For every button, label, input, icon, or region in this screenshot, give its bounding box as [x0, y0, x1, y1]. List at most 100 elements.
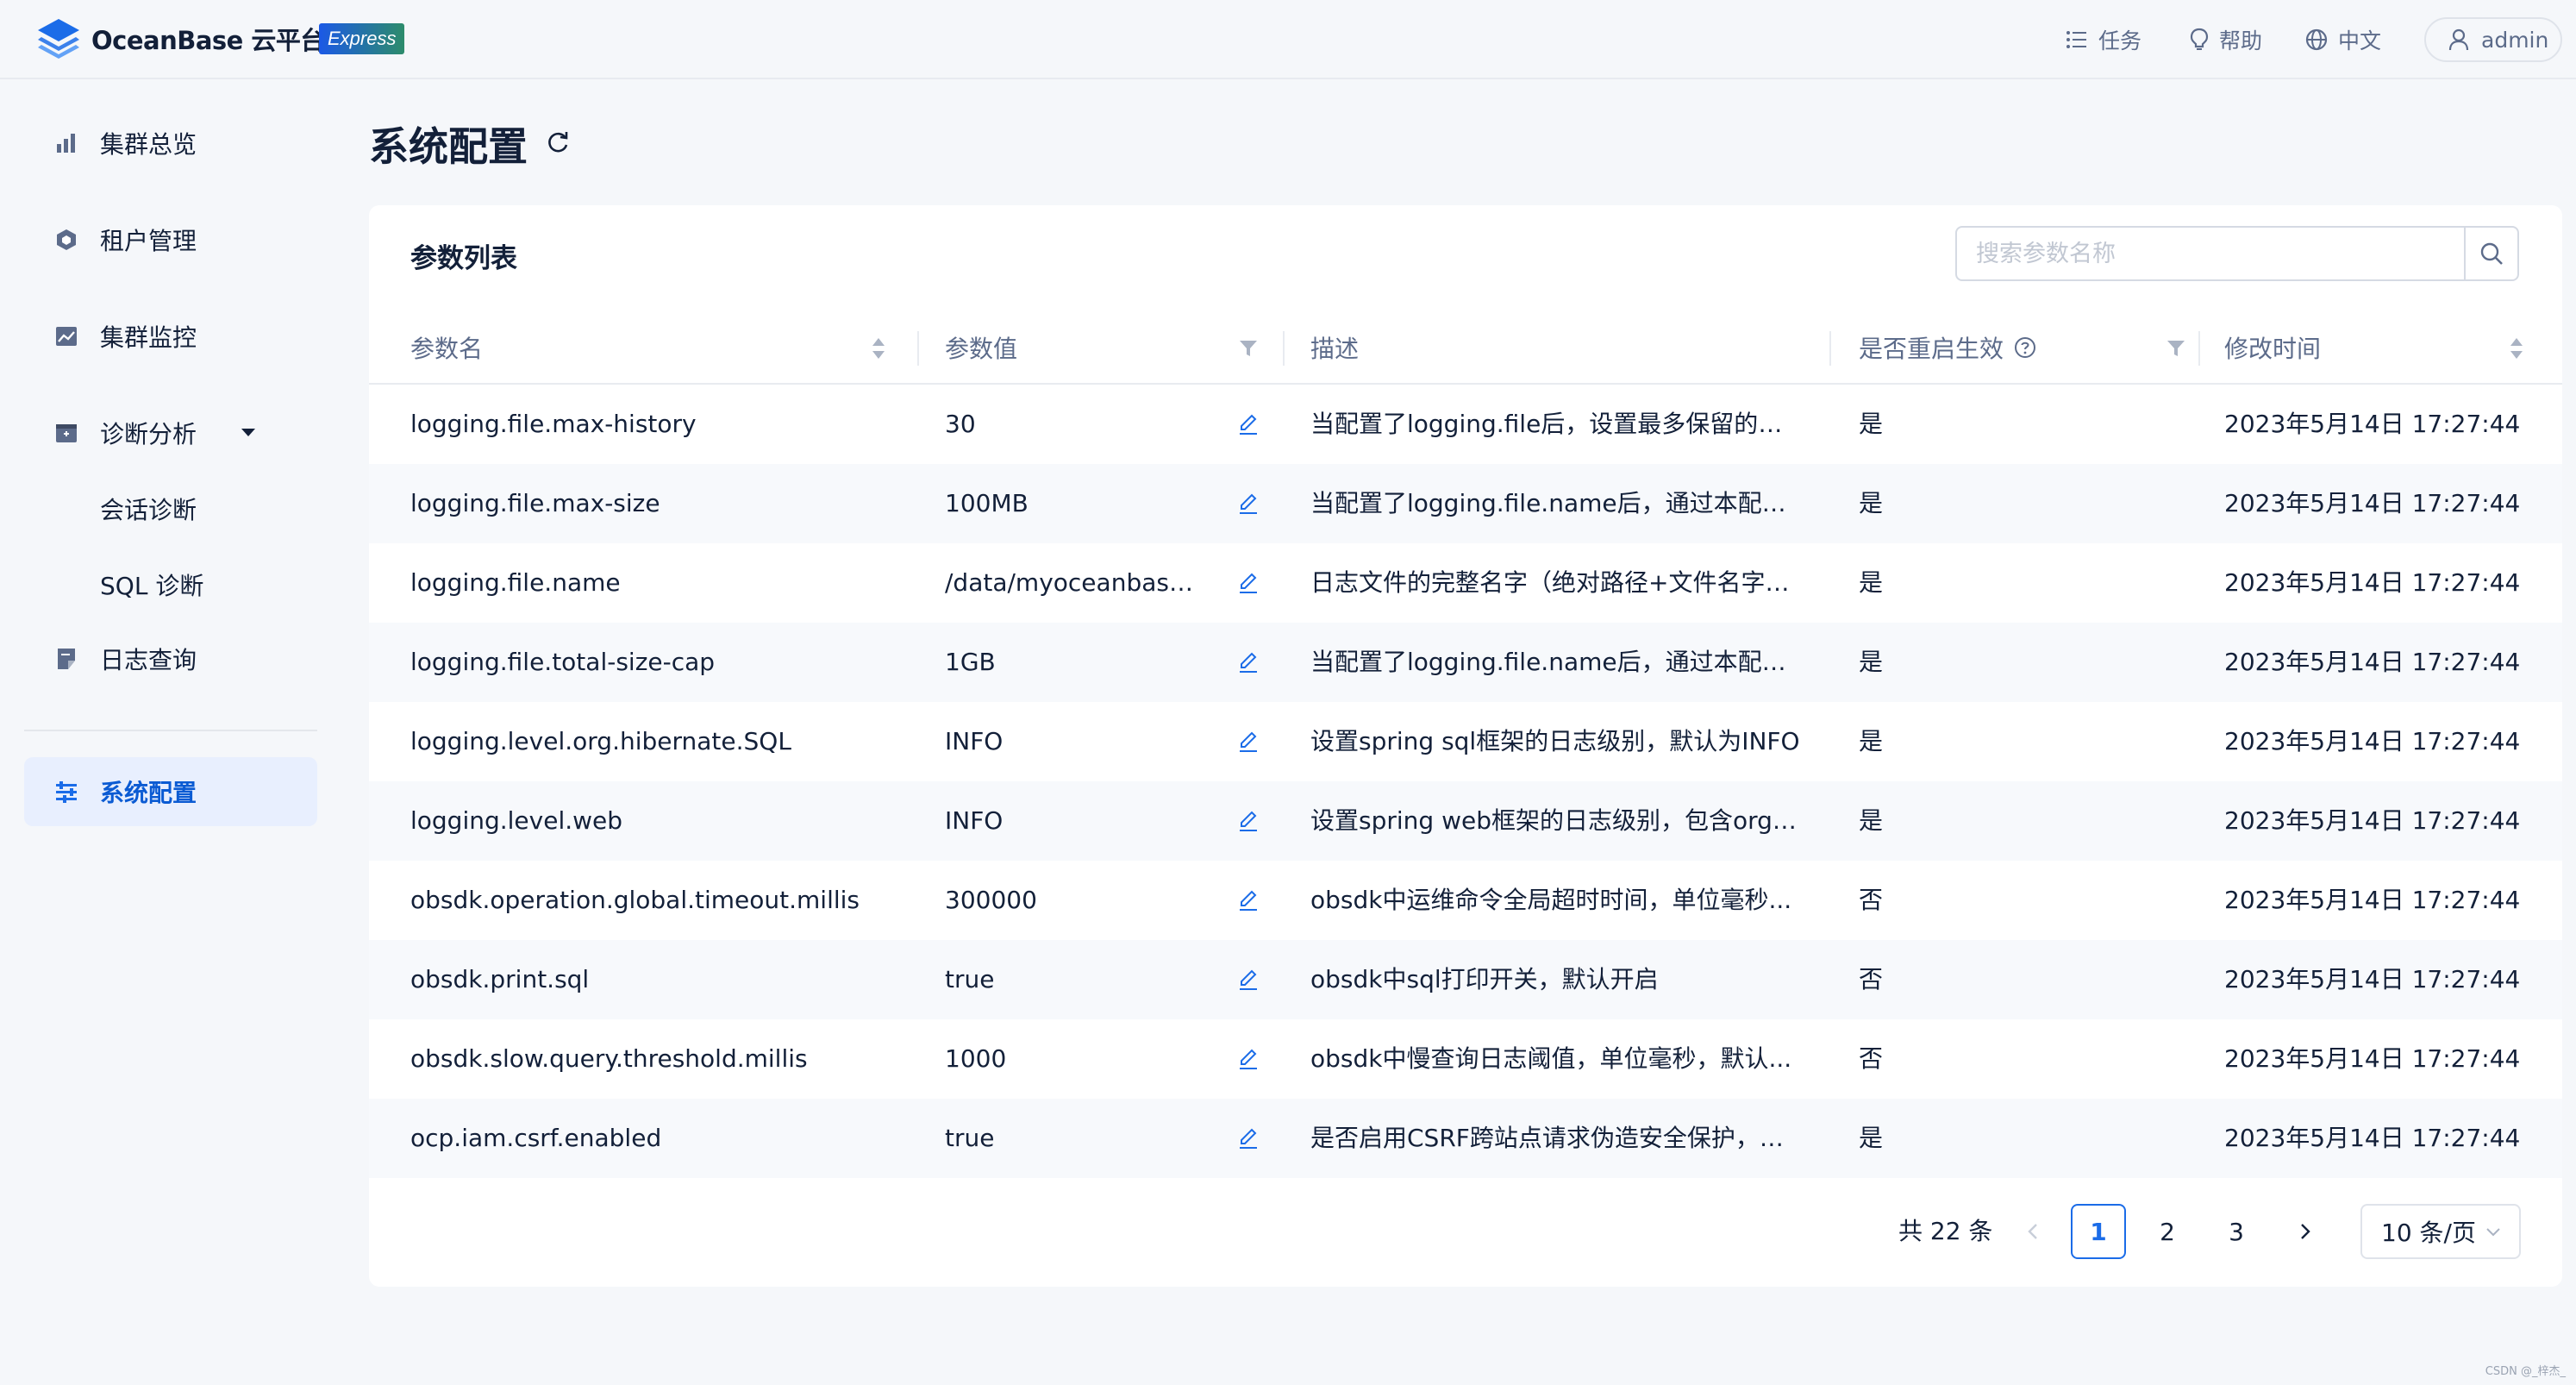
brand-name[interactable]: OceanBase 云平台	[91, 21, 325, 57]
sidebar-item-tenant-management[interactable]: 租户管理	[24, 205, 317, 274]
search-button[interactable]	[2464, 228, 2517, 279]
nav-help[interactable]: 帮助	[2190, 22, 2262, 57]
caret-down-icon[interactable]	[240, 426, 257, 438]
param-name-cell: obsdk.slow.query.threshold.millis	[410, 1044, 808, 1073]
nav-tasks[interactable]: 任务	[2066, 22, 2141, 57]
modified-time-cell: 2023年5月14日 17:27:44	[2224, 727, 2521, 755]
param-value-cell: 300000	[945, 886, 1037, 914]
param-name-cell: logging.file.max-history	[410, 410, 697, 438]
nav-help-label: 帮助	[2219, 28, 2263, 53]
chevron-down-icon	[2486, 1228, 2500, 1237]
modified-time-cell: 2023年5月14日 17:27:44	[2224, 410, 2521, 438]
table-row: logging.file.name /data/myoceanbase/oc..…	[369, 543, 2562, 623]
edit-icon[interactable]	[1231, 702, 1266, 781]
column-divider	[1829, 331, 1831, 366]
modified-time-cell: 2023年5月14日 17:27:44	[2224, 568, 2521, 597]
param-value-cell: INFO	[945, 727, 1004, 755]
table-row: logging.file.max-history 30 当配置了logging.…	[369, 385, 2562, 464]
edit-icon[interactable]	[1231, 940, 1266, 1019]
log-file-icon	[53, 646, 79, 672]
column-header-modified-time: 修改时间	[2224, 335, 2322, 363]
table-body: logging.file.max-history 30 当配置了logging.…	[369, 385, 2562, 1178]
sidebar-item-cluster-monitoring[interactable]: 集群监控	[24, 302, 317, 371]
edit-icon[interactable]	[1231, 781, 1266, 861]
user-name: admin	[2481, 27, 2549, 53]
card-title: 参数列表	[410, 243, 517, 274]
pagination-page-2[interactable]: 2	[2140, 1204, 2195, 1259]
description-cell: 当配置了logging.file.name后，通过本配置...	[1310, 648, 1802, 676]
table-row: obsdk.slow.query.threshold.millis 1000 o…	[369, 1019, 2562, 1099]
restart-cell: 是	[1859, 489, 1884, 517]
sidebar-subitem-sql-diagnosis[interactable]: SQL 诊断	[100, 567, 203, 602]
help-circle-icon[interactable]	[2014, 336, 2036, 359]
edit-icon[interactable]	[1231, 385, 1266, 464]
sidebar-subitem-session-diagnosis[interactable]: 会话诊断	[100, 492, 197, 526]
table-row: logging.level.org.hibernate.SQL INFO 设置s…	[369, 702, 2562, 781]
pagination-total: 共 22 条	[1898, 1217, 1993, 1245]
page-size-label: 10 条/页	[2381, 1219, 2476, 1247]
sort-icon[interactable]	[871, 336, 886, 360]
column-header-name: 参数名	[410, 335, 484, 363]
edit-icon[interactable]	[1231, 543, 1266, 623]
pagination-page-1[interactable]: 1	[2071, 1204, 2126, 1259]
search-icon	[2480, 242, 2503, 265]
lightbulb-icon	[2190, 28, 2209, 50]
description-cell: 设置spring web框架的日志级别，包含org.s...	[1310, 806, 1802, 835]
edit-icon[interactable]	[1231, 623, 1266, 702]
column-divider	[917, 331, 919, 366]
pagination-page-3[interactable]: 3	[2209, 1204, 2264, 1259]
monitor-chart-icon	[53, 323, 79, 349]
param-value-cell: true	[945, 1124, 995, 1152]
column-header-value: 参数值	[945, 335, 1018, 363]
globe-icon	[2305, 28, 2328, 51]
filter-icon[interactable]	[1238, 338, 1259, 359]
param-name-cell: obsdk.print.sql	[410, 965, 590, 993]
column-divider	[2198, 331, 2200, 366]
modified-time-cell: 2023年5月14日 17:27:44	[2224, 1124, 2521, 1152]
modified-time-cell: 2023年5月14日 17:27:44	[2224, 489, 2521, 517]
pagination-next-button[interactable]	[2278, 1204, 2333, 1259]
sidebar-item-system-config[interactable]: 系统配置	[24, 757, 317, 826]
param-value-cell: 1GB	[945, 648, 996, 676]
filter-icon[interactable]	[2166, 338, 2186, 359]
description-cell: obsdk中慢查询日志阈值，单位毫秒，默认...	[1310, 1044, 1792, 1073]
param-value-cell: true	[945, 965, 995, 993]
table-row: logging.level.web INFO 设置spring web框架的日志…	[369, 781, 2562, 861]
bar-chart-icon	[53, 130, 79, 156]
param-name-cell: obsdk.operation.global.timeout.millis	[410, 886, 860, 914]
modified-time-cell: 2023年5月14日 17:27:44	[2224, 965, 2521, 993]
nav-language[interactable]: 中文	[2305, 22, 2381, 57]
user-menu-button[interactable]: admin	[2424, 17, 2562, 62]
param-value-cell: 100MB	[945, 489, 1029, 517]
edit-icon[interactable]	[1231, 1099, 1266, 1178]
param-value-cell: /data/myoceanbase/oc...	[945, 568, 1202, 597]
edit-icon[interactable]	[1231, 861, 1266, 940]
sidebar-item-cluster-overview[interactable]: 集群总览	[24, 109, 317, 178]
search-input[interactable]	[1957, 228, 2464, 279]
restart-cell: 是	[1859, 806, 1884, 835]
nav-language-label: 中文	[2338, 28, 2382, 53]
page-size-select[interactable]: 10 条/页	[2360, 1204, 2521, 1259]
sidebar-item-log-query[interactable]: 日志查询	[24, 624, 317, 693]
oceanbase-logo-icon[interactable]	[34, 16, 83, 60]
sidebar-item-label: 集群总览	[100, 130, 197, 159]
table-row: ocp.iam.csrf.enabled true 是否启用CSRF跨站点请求伪…	[369, 1099, 2562, 1178]
description-cell: 设置spring sql框架的日志级别，默认为INFO	[1310, 727, 1800, 755]
nav-tasks-label: 任务	[2098, 28, 2142, 53]
sidebar-item-label: 系统配置	[100, 779, 197, 807]
param-name-cell: logging.level.web	[410, 806, 623, 835]
param-value-cell: 1000	[945, 1044, 1007, 1073]
chevron-right-icon	[2301, 1224, 2310, 1239]
refresh-icon[interactable]	[545, 129, 571, 155]
diagnosis-box-icon	[53, 420, 79, 446]
edit-icon[interactable]	[1231, 464, 1266, 543]
user-icon	[2448, 28, 2469, 51]
description-cell: obsdk中sql打印开关，默认开启	[1310, 965, 1659, 993]
table-row: obsdk.operation.global.timeout.millis 30…	[369, 861, 2562, 940]
sort-icon[interactable]	[2509, 336, 2524, 360]
restart-cell: 是	[1859, 1124, 1884, 1152]
sidebar-item-diagnosis[interactable]: 诊断分析	[24, 398, 317, 467]
edit-icon[interactable]	[1231, 1019, 1266, 1099]
param-value-cell: 30	[945, 410, 976, 438]
pagination-prev-button[interactable]	[2005, 1204, 2060, 1259]
